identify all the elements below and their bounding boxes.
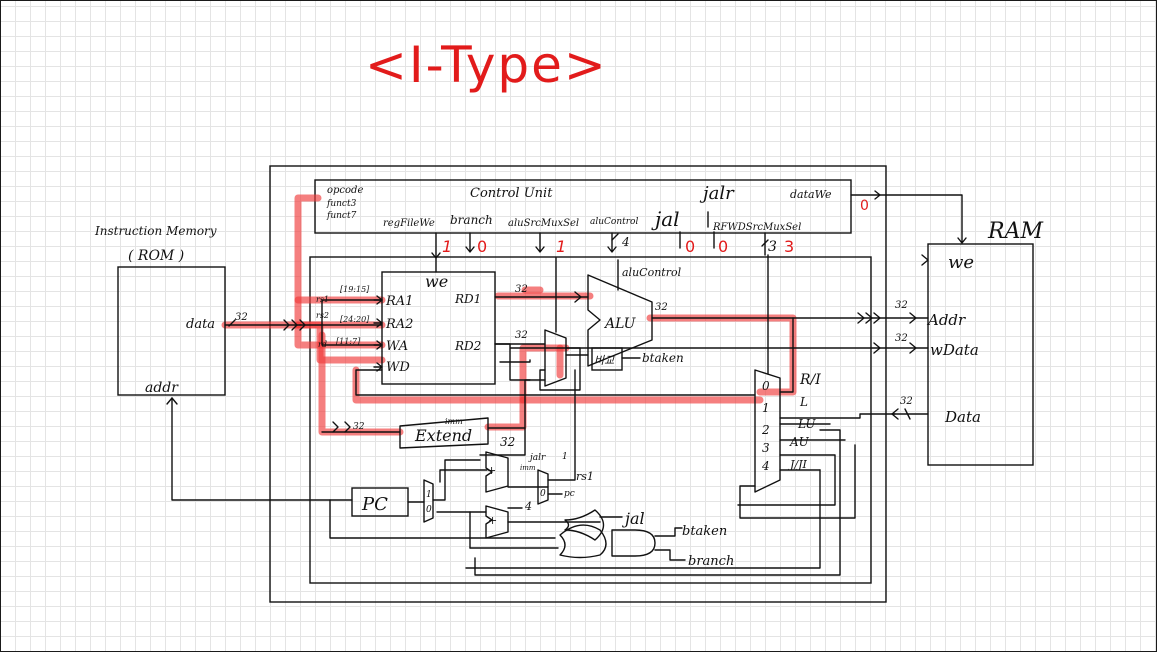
instruction-memory-rom-label: ( ROM ) [128,248,184,264]
signal-rfwdsrcmuxsel: RFWDSrcMuxSel [712,222,801,233]
instruction-memory-addr-port: addr [145,380,179,396]
register-file: we RA1 RA2 WA WD RD1 RD2 [19:15] rs1 rs2… [316,257,496,385]
signal-branch: branch [450,213,493,227]
rd1-bus-width: 32 [515,284,528,295]
alu-control-label: aluControl [622,266,682,279]
control-input-funct7: funct7 [326,211,357,221]
value-alusrcmuxsel: 1 [556,237,566,256]
value-datawe: 0 [860,198,869,214]
signal-jalr: jalr [699,183,735,204]
pc-mux-in-0: 0 [426,505,432,515]
value-regfilewe: 1 [442,237,452,256]
wb-in-1: 1 [762,401,770,415]
pc-label: PC [361,494,388,515]
pc-plus-4-const: 4 [524,500,532,513]
and-gate [611,529,656,557]
page-title: <I-Type> [365,36,608,94]
extend-in-width: 32 [353,422,365,432]
control-input-funct3: funct3 [326,199,357,209]
rd2-bus-width: 32 [515,330,528,341]
wb-label-au: AU [789,435,810,449]
wb-in-0: 0 [762,379,770,393]
alucontrol-width: 4 [621,235,630,249]
ram-addr-port: Addr [926,311,966,329]
regfile-ra1: RA1 [385,294,413,309]
instruction-memory-data-port: data [186,317,215,332]
regfile-wa: WA [386,339,408,354]
jalr-mux-sel-0: 0 [540,489,546,499]
signal-regfilewe: regFileWe [383,218,435,229]
instruction-memory-label: Instruction Memory [94,224,217,238]
wb-in-3: 3 [762,441,770,455]
value-branch: 0 [477,237,487,256]
field-24-20: [24:20] [340,315,370,324]
btaken-output: btaken [642,351,684,365]
alu-out-bus-width: 32 [655,302,668,313]
regfile-wd: WD [386,360,410,375]
ram-addr-width: 32 [895,300,908,311]
pc-mux-in-1: 1 [426,490,432,500]
datapath-diagram: <I-Type> Instruction Memory ( ROM ) data… [94,36,1043,603]
extend-out-width: 32 [500,435,515,449]
value-rfwdsrcmuxsel: 3 [784,237,794,256]
extend-label: Extend [414,426,472,445]
regfile-rd2: RD2 [454,339,481,353]
branch-adder-plus: + [487,464,496,477]
field-19-15: [19:15] [340,285,370,294]
signal-jal: jal [651,207,680,231]
ram-rdata-port: Data [944,408,981,426]
jalr-mux-label: jalr [528,453,546,463]
wb-label-l: L [799,395,808,409]
regfile-rd1: RD1 [454,292,481,306]
wb-label-ri: R/I [799,372,821,388]
value-jal: 0 [685,237,695,256]
instruction-bus-width: 32 [235,312,248,323]
ram-label: RAM [987,219,1043,244]
jalr-pc-label: pc [564,489,575,499]
btaken-input-label: btaken [682,524,727,539]
jal-input-label: jal [622,509,645,528]
extend-imm-label: imm [445,417,463,426]
jalr-rs1-label: rs1 [576,470,594,483]
control-unit: Control Unit opcode funct3 funct7 regFil… [326,183,832,233]
control-unit-title: Control Unit [470,186,553,201]
or-gate [559,524,607,559]
branch-input-label: branch [688,554,734,569]
ram-wdata-port: wData [930,341,979,359]
branch-logic: jal btaken branch [465,469,821,569]
wb-in-4: 4 [761,459,770,473]
instruction-bus: 32 [224,299,401,433]
regfile-ra2: RA2 [385,317,413,332]
value-jalr: 0 [718,237,728,256]
regfile-we-port: we [425,272,448,291]
ram-wdata-width: 32 [895,333,908,344]
writeback-mux: 0 1 2 3 4 R/I L LU AU J/JI [355,254,896,519]
wb-label-j: J/JI [788,458,808,471]
jalr-mux-sel: 1 [562,452,568,462]
control-input-opcode: opcode [327,185,363,196]
signal-alucontrol: aluControl [590,217,638,227]
signal-datawe: dataWe [790,188,832,201]
wb-in-2: 2 [761,423,770,437]
alu-label: ALU [603,316,637,332]
ram-we-port: we [948,252,974,273]
pc-mux [423,479,434,523]
alu-block: ALU aluControl 비교 btaken 32 32 32 [494,257,873,387]
instruction-memory: Instruction Memory ( ROM ) data addr 32 [94,224,248,396]
compare-label: 비교 [594,354,615,367]
upper-imm-label: imm [520,464,536,472]
ram-rdata-width: 32 [900,396,913,407]
rfwd-width: 3 [768,239,777,255]
pc-plus-4-plus: + [488,514,497,527]
signal-alusrcmuxsel: aluSrcMuxSel [508,218,579,229]
